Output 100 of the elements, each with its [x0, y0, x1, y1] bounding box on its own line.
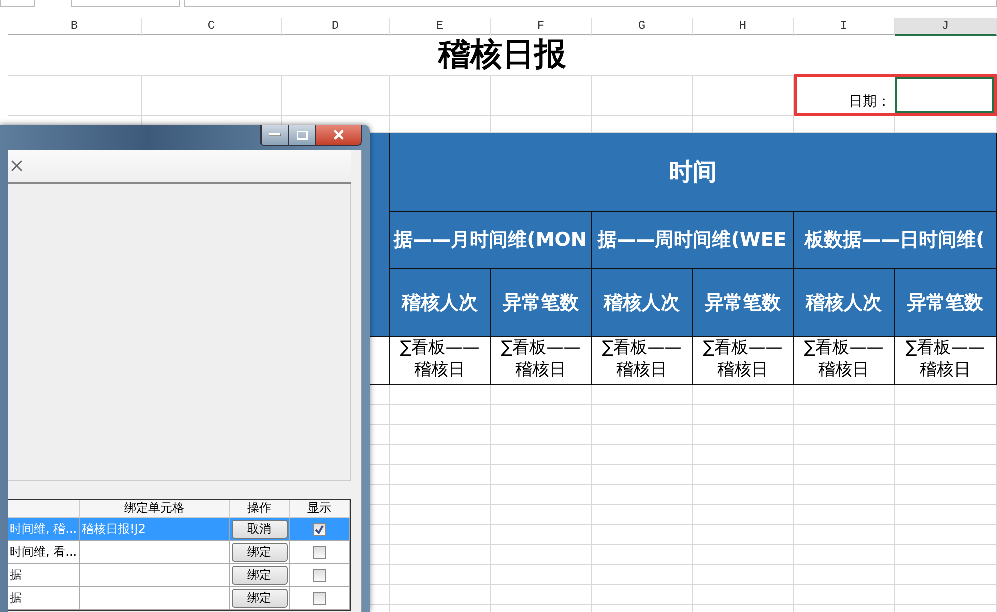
sheet-cell[interactable]: [592, 545, 693, 565]
sheet-cell[interactable]: [142, 76, 282, 116]
close-button[interactable]: [315, 125, 361, 145]
sheet-cell[interactable]: [390, 545, 491, 565]
column-header[interactable]: H: [693, 18, 794, 36]
action-button[interactable]: 取消: [232, 520, 288, 538]
show-checkbox[interactable]: [313, 592, 326, 604]
sheet-cell[interactable]: [491, 545, 592, 565]
formula-cell[interactable]: ∑看板——稽核日: [390, 337, 491, 385]
sheet-cell[interactable]: [491, 425, 592, 445]
sheet-cell[interactable]: [693, 485, 794, 505]
sheet-cell[interactable]: [390, 485, 491, 505]
sheet-cell[interactable]: [794, 585, 895, 605]
column-header[interactable]: G: [592, 18, 693, 36]
column-header[interactable]: E: [390, 18, 491, 36]
sheet-cell[interactable]: [390, 465, 491, 485]
sheet-cell[interactable]: [491, 465, 592, 485]
sheet-cell[interactable]: [895, 465, 997, 485]
table-cell[interactable]: 据: [8, 564, 80, 587]
sheet-cell[interactable]: [693, 405, 794, 425]
sheet-cell[interactable]: [794, 385, 895, 405]
sheet-cell[interactable]: [491, 505, 592, 525]
sheet-cell[interactable]: [491, 385, 592, 405]
sheet-cell[interactable]: [491, 525, 592, 545]
sheet-cell[interactable]: [895, 445, 997, 465]
minimize-button[interactable]: [261, 125, 288, 145]
sheet-cell[interactable]: [794, 525, 895, 545]
table-cell[interactable]: [80, 564, 230, 587]
sheet-cell[interactable]: [390, 525, 491, 545]
sheet-cell[interactable]: [491, 445, 592, 465]
sheet-cell[interactable]: [693, 585, 794, 605]
sheet-cell[interactable]: [794, 405, 895, 425]
sheet-cell[interactable]: [592, 525, 693, 545]
sheet-cell[interactable]: [491, 565, 592, 585]
show-checkbox[interactable]: [313, 522, 326, 536]
sheet-cell[interactable]: [491, 485, 592, 505]
column-header[interactable]: B: [8, 18, 142, 36]
sheet-cell[interactable]: [592, 485, 693, 505]
table-cell[interactable]: [80, 541, 230, 564]
name-box[interactable]: [70, 0, 180, 7]
sheet-cell[interactable]: [390, 405, 491, 425]
sheet-cell[interactable]: [491, 585, 592, 605]
formula-field[interactable]: [184, 0, 997, 7]
sheet-cell[interactable]: [390, 565, 491, 585]
show-checkbox[interactable]: [313, 546, 326, 558]
sheet-cell[interactable]: [693, 445, 794, 465]
maximize-button[interactable]: [288, 125, 315, 145]
sheet-cell[interactable]: [693, 465, 794, 485]
table-cell[interactable]: 据: [8, 587, 80, 610]
sheet-cell[interactable]: [592, 585, 693, 605]
sheet-cell[interactable]: [895, 565, 997, 585]
sheet-cell[interactable]: [390, 76, 491, 116]
sheet-cell[interactable]: [794, 425, 895, 445]
sheet-cell[interactable]: [895, 385, 997, 405]
sheet-cell[interactable]: [282, 76, 390, 116]
formula-cell[interactable]: ∑看板——稽核日: [491, 337, 592, 385]
sheet-cell[interactable]: [895, 405, 997, 425]
sheet-cell[interactable]: [895, 425, 997, 445]
sheet-cell[interactable]: [794, 565, 895, 585]
formula-cell[interactable]: ∑看板——稽核日: [895, 337, 997, 385]
sheet-cell[interactable]: [592, 565, 693, 585]
column-header[interactable]: F: [491, 18, 592, 36]
sheet-cell[interactable]: [794, 545, 895, 565]
sheet-cell[interactable]: [592, 425, 693, 445]
sheet-cell[interactable]: [390, 445, 491, 465]
action-button[interactable]: 绑定: [232, 542, 288, 562]
sheet-cell[interactable]: [390, 425, 491, 445]
sheet-cell[interactable]: [592, 465, 693, 485]
sheet-cell[interactable]: [794, 445, 895, 465]
sheet-cell[interactable]: [693, 385, 794, 405]
sheet-cell[interactable]: [592, 445, 693, 465]
column-header[interactable]: C: [142, 18, 282, 36]
sheet-cell[interactable]: [895, 485, 997, 505]
action-button[interactable]: 绑定: [232, 566, 288, 584]
sheet-cell[interactable]: [794, 505, 895, 525]
sheet-cell[interactable]: [895, 545, 997, 565]
sheet-cell[interactable]: [693, 425, 794, 445]
sheet-cell[interactable]: [895, 505, 997, 525]
sheet-cell[interactable]: [693, 525, 794, 545]
sheet-cell[interactable]: [390, 585, 491, 605]
sheet-cell[interactable]: [693, 505, 794, 525]
column-header[interactable]: J: [895, 18, 997, 36]
sheet-cell[interactable]: [390, 505, 491, 525]
sheet-cell[interactable]: [592, 385, 693, 405]
table-cell[interactable]: [80, 587, 230, 610]
sheet-cell[interactable]: [794, 485, 895, 505]
sheet-cell[interactable]: [693, 565, 794, 585]
formula-cell[interactable]: ∑看板——稽核日: [693, 337, 794, 385]
sheet-cell[interactable]: [592, 76, 693, 116]
action-button[interactable]: 绑定: [232, 588, 288, 608]
sheet-cell[interactable]: [592, 505, 693, 525]
sheet-cell[interactable]: [895, 585, 997, 605]
date-cell[interactable]: [895, 77, 994, 113]
formula-cell[interactable]: ∑看板——稽核日: [592, 337, 693, 385]
sheet-cell[interactable]: [8, 76, 142, 116]
sheet-cell[interactable]: [592, 405, 693, 425]
show-checkbox[interactable]: [313, 568, 326, 582]
sheet-cell[interactable]: [491, 405, 592, 425]
table-cell[interactable]: 时间维, 看...: [8, 541, 80, 564]
toolbar-field[interactable]: [0, 0, 35, 7]
